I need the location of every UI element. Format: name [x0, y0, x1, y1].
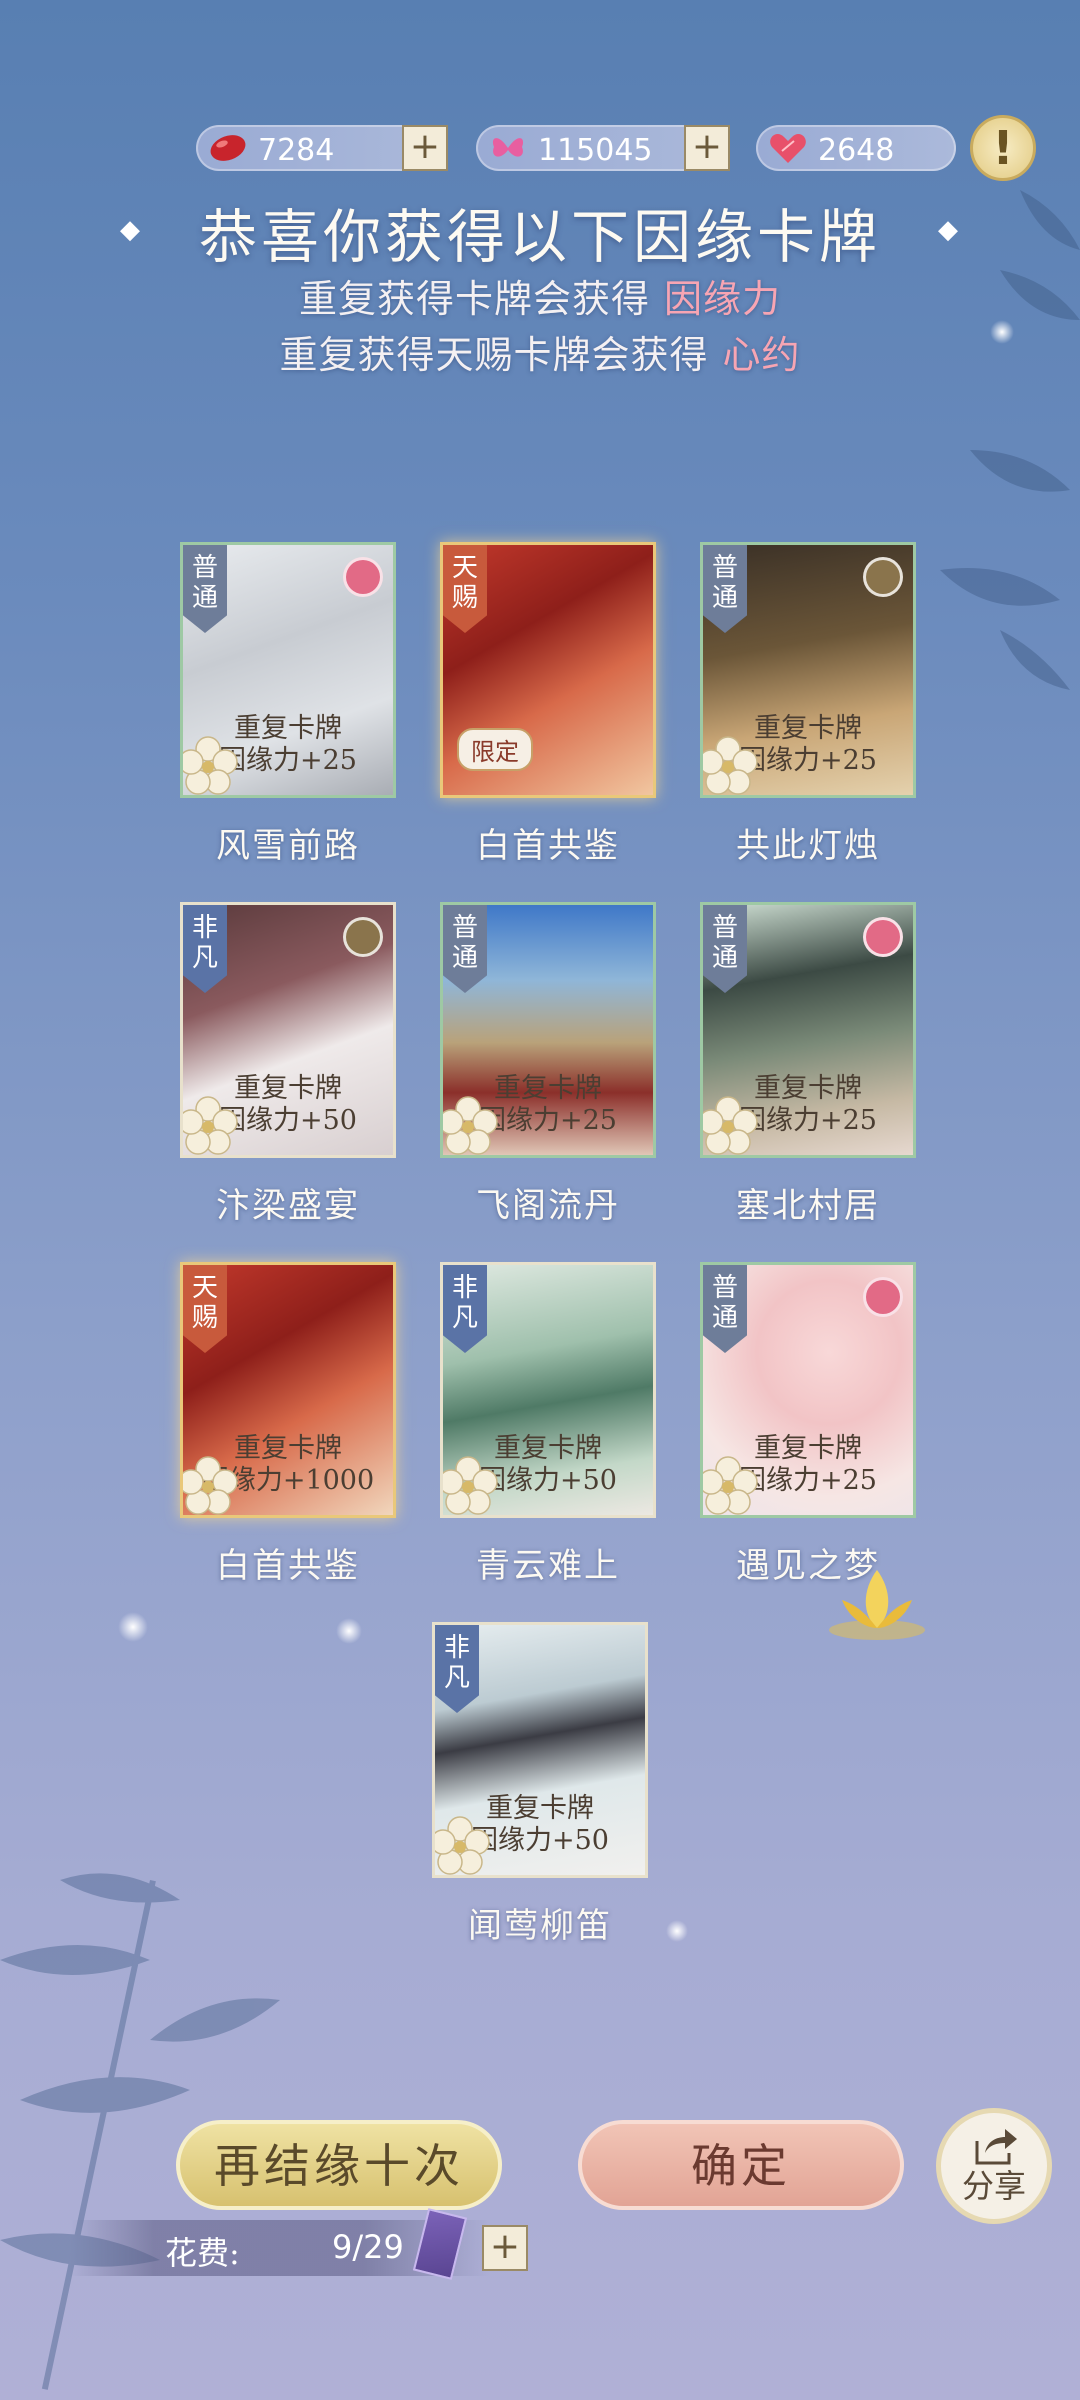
cost-label: 花费:	[165, 2234, 240, 2272]
card-name: 白首共鉴	[476, 826, 620, 866]
flower-badge-icon	[703, 736, 758, 795]
coin-emblem-icon	[863, 557, 903, 597]
draw-ten-again-button[interactable]: 再结缘十次	[176, 2120, 502, 2210]
plum-emblem-icon	[863, 917, 903, 957]
card-item[interactable]: 普通 重复卡牌 因缘力+25	[180, 542, 396, 798]
rarity-ribbon: 普通	[703, 1265, 747, 1353]
cost-value: 9/29	[332, 2228, 404, 2266]
red-bean-count: 7284	[258, 133, 335, 168]
resource-red-bean: 7284 +	[196, 125, 448, 171]
card-name: 汴梁盛宴	[216, 1186, 360, 1226]
share-button[interactable]: 分享	[936, 2108, 1052, 2224]
card-item[interactable]: 普通 重复卡牌 因缘力+25	[440, 902, 656, 1158]
card-name: 飞阁流丹	[476, 1186, 620, 1226]
flower-badge-icon	[443, 1096, 498, 1155]
card-name: 白首共鉴	[216, 1546, 360, 1586]
subtitle-text: 重复获得天赐卡牌会获得	[279, 333, 709, 377]
card-name: 青云难上	[476, 1546, 620, 1586]
flower-badge-icon	[443, 1456, 498, 1515]
flower-badge-icon	[183, 1096, 238, 1155]
card-name: 共此灯烛	[736, 826, 880, 866]
card-item[interactable]: 非凡 重复卡牌 因缘力+50	[440, 1262, 656, 1518]
flower-badge-icon	[183, 1456, 238, 1515]
plum-emblem-icon	[343, 557, 383, 597]
rarity-ribbon: 普通	[703, 905, 747, 993]
rarity-ribbon: 天赐	[183, 1265, 227, 1353]
subtitle-highlight: 心约	[722, 333, 801, 377]
sparkle-decor	[118, 1612, 148, 1642]
card-item[interactable]: 普通 重复卡牌 因缘力+25	[700, 902, 916, 1158]
card-item[interactable]: 普通 重复卡牌 因缘力+25	[700, 542, 916, 798]
butterfly-icon	[492, 138, 524, 157]
butterfly-add-button[interactable]: +	[684, 125, 730, 171]
confirm-button[interactable]: 确定	[578, 2120, 904, 2210]
sparkle-decor	[336, 1618, 362, 1644]
rarity-ribbon: 非凡	[183, 905, 227, 993]
flower-badge-icon	[703, 1456, 758, 1515]
flower-badge-icon	[183, 736, 238, 795]
page-title: 恭喜你获得以下因缘卡牌	[198, 203, 881, 271]
limited-badge: 限定	[457, 728, 533, 771]
share-label: 分享	[961, 2167, 1026, 2205]
heart-icon	[770, 134, 806, 163]
flower-badge-icon	[435, 1816, 490, 1875]
subtitle-text: 重复获得卡牌会获得	[298, 277, 650, 321]
red-bean-add-button[interactable]: +	[402, 125, 448, 171]
card-item[interactable]: 天赐 限定	[440, 542, 656, 798]
card-item[interactable]: 非凡 重复卡牌 因缘力+50	[432, 1622, 648, 1878]
flower-badge-icon	[703, 1096, 758, 1155]
card-item[interactable]: 天赐 重复卡牌 因缘力+1000	[180, 1262, 396, 1518]
subtitle-highlight: 因缘力	[664, 277, 782, 321]
subtitle-duplicate-card: 重复获得卡牌会获得 因缘力	[0, 268, 1080, 323]
rarity-ribbon: 非凡	[443, 1265, 487, 1353]
rarity-ribbon: 天赐	[443, 545, 487, 633]
sparkle-decor	[666, 1920, 688, 1942]
rarity-ribbon: 普通	[183, 545, 227, 633]
card-name: 风雪前路	[216, 826, 360, 866]
resource-butterfly: 115045 +	[476, 125, 730, 171]
card-item[interactable]: 非凡 重复卡牌 因缘力+50	[180, 902, 396, 1158]
rarity-ribbon: 普通	[443, 905, 487, 993]
rarity-ribbon: 普通	[703, 545, 747, 633]
add-ticket-button[interactable]: +	[482, 2225, 528, 2271]
red-bean-icon	[210, 135, 246, 161]
card-name: 塞北村居	[736, 1186, 880, 1226]
golden-lotus-icon	[829, 1570, 925, 1640]
plum-emblem-icon	[863, 1277, 903, 1317]
butterfly-count: 115045	[538, 133, 653, 168]
subtitle-duplicate-tianci: 重复获得天赐卡牌会获得 心约	[0, 324, 1080, 379]
card-item[interactable]: 普通 重复卡牌 因缘力+25	[700, 1262, 916, 1518]
rarity-ribbon: 非凡	[435, 1625, 479, 1713]
coin-emblem-icon	[343, 917, 383, 957]
card-name: 闻莺柳笛	[468, 1906, 612, 1946]
